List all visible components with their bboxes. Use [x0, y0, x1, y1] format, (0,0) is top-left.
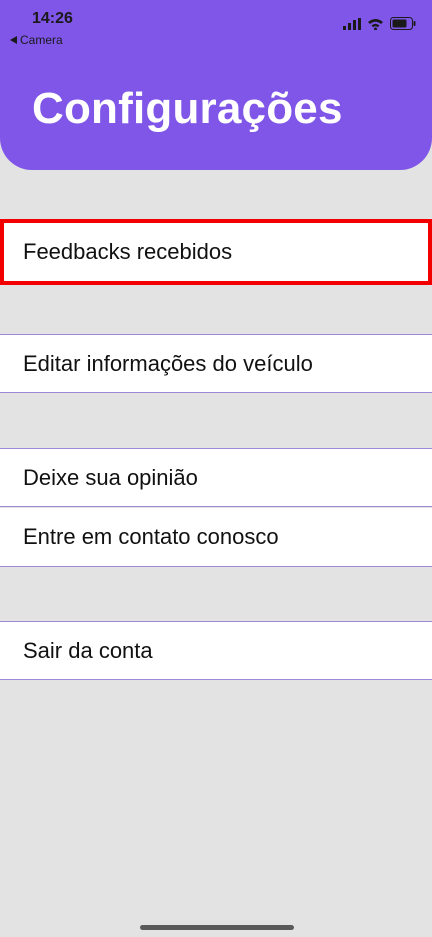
menu-item-label: Deixe sua opinião — [23, 464, 198, 490]
menu-item-feedbacks-received[interactable]: Feedbacks recebidos — [0, 219, 432, 285]
status-time: 14:26 — [32, 10, 73, 27]
menu-item-label: Editar informações do veículo — [23, 350, 313, 376]
back-to-app[interactable]: Camera — [10, 33, 63, 47]
menu-item-edit-vehicle-info[interactable]: Editar informações do veículo — [0, 334, 432, 393]
back-app-label: Camera — [20, 33, 63, 47]
menu-item-label: Sair da conta — [23, 637, 153, 663]
menu-item-contact-us[interactable]: Entre em contato conosco — [0, 508, 432, 567]
page-title: Configurações — [32, 84, 343, 133]
back-arrow-icon — [10, 36, 17, 44]
menu-item-label: Feedbacks recebidos — [23, 239, 233, 264]
battery-icon — [390, 17, 416, 30]
menu-item-label: Entre em contato conosco — [23, 524, 279, 549]
home-indicator[interactable] — [140, 925, 294, 930]
signal-icon — [343, 17, 361, 30]
menu-item-sign-out[interactable]: Sair da conta — [0, 621, 432, 680]
status-icons — [343, 17, 416, 30]
header: 14:26 Camera Configurações — [0, 0, 432, 170]
wifi-icon — [368, 18, 383, 30]
menu-item-leave-opinion[interactable]: Deixe sua opinião — [0, 448, 432, 507]
